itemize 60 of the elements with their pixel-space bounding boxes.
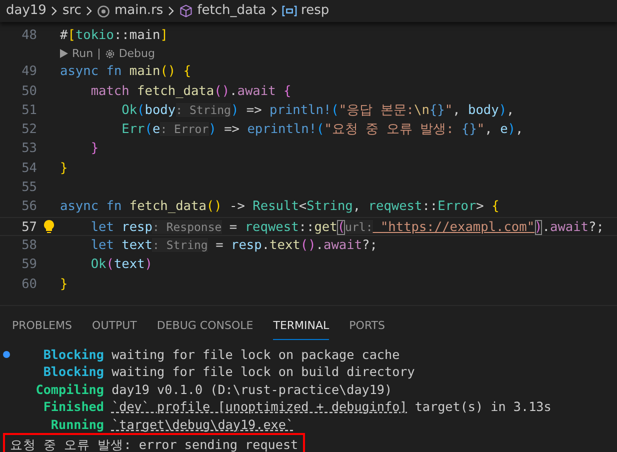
breadcrumb-item[interactable]: day19 <box>6 1 46 21</box>
chevron-right-icon <box>270 6 278 16</box>
codelens-link[interactable]: Run <box>72 44 94 64</box>
code-line: let text: String = resp.text().await?; <box>90 236 378 255</box>
line-number: 55 <box>20 179 37 198</box>
code-line: Ok(text) <box>90 256 152 274</box>
rust-file-icon <box>97 4 110 18</box>
breadcrumb-item[interactable]: fetch_data <box>197 1 266 21</box>
line-number: 48 <box>20 27 37 45</box>
terminal-text: day19 v0.1.0 (D:\rust-practice\day19) <box>112 380 392 398</box>
terminal-output: 요청 중 오류 발생: error sending request <box>3 433 306 452</box>
line-number: 54 <box>20 160 37 178</box>
terminal-text[interactable]: `dev` profile [unoptimized + debuginfo] <box>112 398 408 416</box>
variable-icon <box>282 5 298 17</box>
codelens-link[interactable]: Debug <box>118 44 155 64</box>
line-number: 58 <box>20 236 37 255</box>
code-line: async fn fetch_data() -> Result<String, reqwest::Error> { <box>60 198 500 216</box>
panel-tab[interactable]: PORTS <box>349 318 385 340</box>
line-number: 56 <box>20 198 37 216</box>
status-label: Compiling <box>34 380 104 398</box>
code-line: let resp: Response = reqwest::get(url: "https://exampl.com").await?; <box>90 218 604 235</box>
separator: | <box>97 46 101 62</box>
line-number: 52 <box>20 121 37 140</box>
status-label: Running <box>50 416 104 433</box>
terminal-text[interactable]: `target\debug\day19.exe` <box>112 416 294 433</box>
status-label: Blocking <box>42 363 104 380</box>
panel-tab[interactable]: PROBLEMS <box>12 318 72 340</box>
play-icon <box>60 49 68 58</box>
line-number: 60 <box>20 276 37 294</box>
chevron-right-icon <box>50 6 58 16</box>
line-number: 51 <box>20 102 37 120</box>
gear-icon <box>104 48 115 59</box>
code-line: Err(e: Error) => eprintln!("요청 중 오류 발생: {}", e), <box>120 121 524 140</box>
chevron-right-icon <box>167 6 176 16</box>
panel-tab[interactable]: OUTPUT <box>92 318 137 340</box>
line-number: 53 <box>20 140 37 158</box>
terminal-text: waiting for file lock on build directory <box>112 363 415 380</box>
code-line: } <box>60 276 68 294</box>
breadcrumb-item[interactable]: main.rs <box>114 1 164 21</box>
code-line: async fn main() { <box>60 63 192 82</box>
code-line: Ok(body: String) => println!("응답 본문:\n{}", body), <box>120 102 514 120</box>
code-line: } <box>60 160 68 178</box>
panel-tab[interactable]: TERMINAL <box>273 318 330 340</box>
terminal-text: waiting for file lock on package cache <box>112 346 400 363</box>
breadcrumb-item[interactable]: src <box>62 1 82 21</box>
status-label: Blocking <box>42 346 104 363</box>
line-number: 50 <box>20 82 37 101</box>
code-line: } <box>90 140 99 158</box>
status-label: Finished <box>42 398 104 416</box>
line-number: 57 <box>20 218 37 235</box>
terminal-text: target(s) in 3.13s <box>414 398 552 416</box>
breadcrumb-item[interactable]: resp <box>301 1 330 21</box>
chevron-right-icon <box>85 6 94 16</box>
line-number: 59 <box>20 256 37 274</box>
lightbulb-icon[interactable] <box>44 220 54 233</box>
code-line: #[tokio::main] <box>60 27 168 45</box>
panel-tab[interactable]: DEBUG CONSOLE <box>156 318 254 340</box>
cube-icon <box>179 4 194 18</box>
code-line: match fetch_data().await { <box>90 82 292 101</box>
line-number: 49 <box>20 63 37 82</box>
